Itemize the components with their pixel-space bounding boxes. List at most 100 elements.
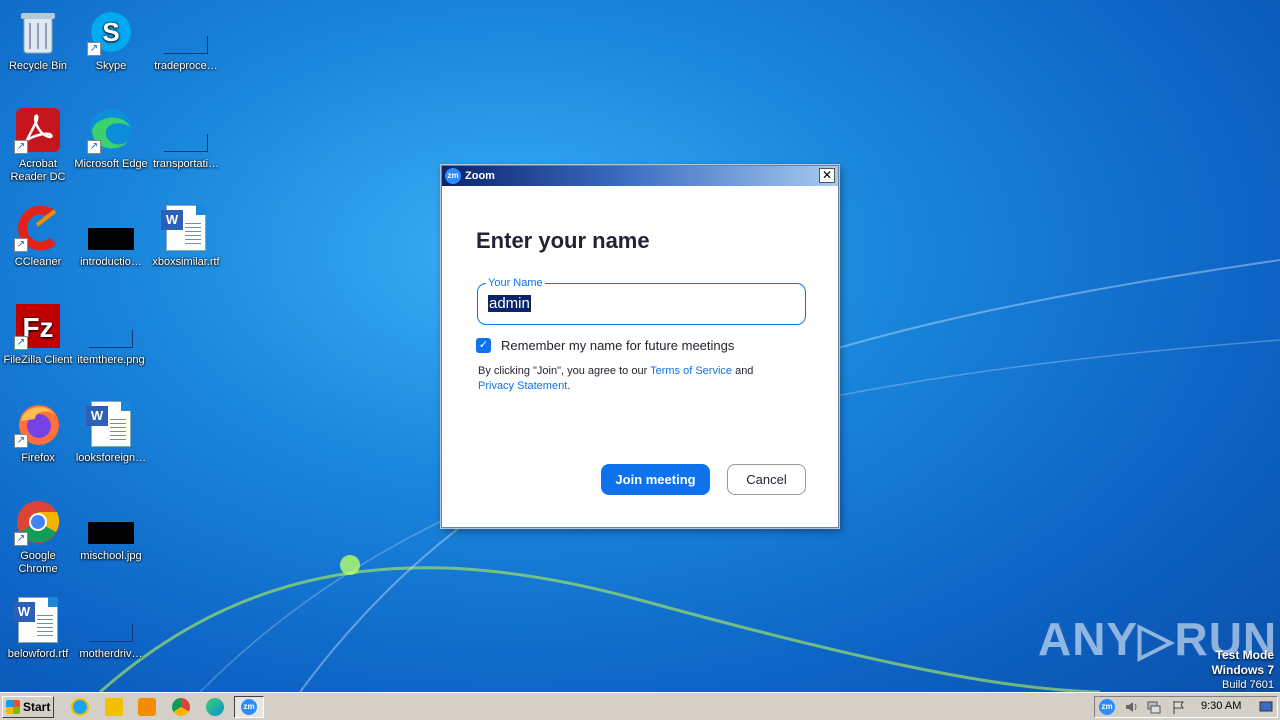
desktop-icon-belowford[interactable]: W belowford.rtf [0,592,76,682]
desktop-icon-label: Skype [95,60,127,72]
dialog-title: Zoom [465,170,495,182]
shortcut-arrow-icon: ↗ [14,336,28,350]
ccleaner-icon: ↗ [14,204,62,252]
selected-text: admin [488,295,531,312]
edge-icon: ↗ [87,106,135,154]
volume-icon[interactable] [1125,700,1139,714]
skype-icon: S ↗ [87,8,135,56]
cancel-button[interactable]: Cancel [727,464,806,495]
your-name-label: Your Name [486,277,545,289]
legal-notice: By clicking "Join", you agree to our Ter… [478,364,798,394]
desktop-icon-label: motherdriv… [79,648,143,660]
zoom-taskbar-icon: zm [241,699,257,715]
word-doc-icon: W [13,597,58,643]
firefox-icon: ↗ [14,400,62,448]
desktop-icon-label: Recycle Bin [8,60,68,72]
desktop-icon-skype[interactable]: S ↗ Skype [73,4,149,94]
zoom-logo-icon: zm [445,168,461,184]
filezilla-icon: Fz ↗ [14,302,62,350]
desktop-icon-transportati[interactable]: transportati… [148,102,224,192]
system-tray: zm 9:30 AM [1094,696,1278,718]
shortcut-arrow-icon: ↗ [87,140,101,154]
word-doc-icon: W [86,401,131,447]
dialog-heading: Enter your name [476,228,650,253]
taskbar: Start zm zm 9:30 AM [0,692,1280,720]
terms-of-service-link[interactable]: Terms of Service [650,365,732,377]
desktop-icon-firefox[interactable]: ↗ Firefox [0,396,76,486]
desktop-icon-filezilla[interactable]: Fz ↗ FileZilla Client [0,298,76,388]
desktop-icon-label: FileZilla Client [3,354,73,366]
image-file-icon [88,228,134,250]
shortcut-arrow-icon: ↗ [14,532,28,546]
desktop-icon-label: Acrobat Reader DC [10,158,66,183]
remember-name-checkbox[interactable]: ✓ [476,338,491,353]
internet-explorer-icon[interactable] [71,698,89,716]
desktop-icon-recycle-bin[interactable]: Recycle Bin [0,4,76,94]
image-file-icon [89,330,133,348]
test-mode-notice: Test Mode Windows 7 Build 7601 [1211,648,1274,692]
desktop-icon-edge[interactable]: ↗ Microsoft Edge [73,102,149,192]
image-file-icon [88,522,134,544]
zoom-taskbar-button[interactable]: zm [234,696,264,718]
chrome-icon: ↗ [14,498,62,546]
desktop-icon-label: looksforeign… [75,452,147,464]
remember-name-label: Remember my name for future meetings [501,338,735,353]
desktop-icon-motherdriv[interactable]: motherdriv… [73,592,149,682]
shortcut-arrow-icon: ↗ [14,140,28,154]
word-doc-icon: W [161,205,206,251]
start-label: Start [23,700,51,714]
svg-text:S: S [102,17,119,47]
shortcut-arrow-icon: ↗ [14,238,28,252]
desktop-icon-itemthere[interactable]: itemthere.png [73,298,149,388]
desktop-icon-ccleaner[interactable]: ↗ CCleaner [0,200,76,290]
desktop-icon-label: transportati… [152,158,220,170]
dialog-titlebar[interactable]: zm Zoom ✕ [442,166,838,186]
desktop-icon-xboxsimilar[interactable]: W xboxsimilar.rtf [148,200,224,290]
desktop-icon-label: introductio… [80,256,142,268]
shortcut-arrow-icon: ↗ [87,42,101,56]
desktop-icon-mischool[interactable]: mischool.jpg [73,494,149,584]
edge-taskbar-icon[interactable] [206,698,224,716]
desktop-icon-acrobat[interactable]: ↗ Acrobat Reader DC [0,102,76,192]
build-line: Build 7601 [1222,679,1274,691]
desktop-icon-label: Firefox [21,452,55,464]
legal-suffix: . [567,380,571,392]
zoom-dialog: zm Zoom ✕ Enter your name Your Name admi… [441,165,839,528]
windows-flag-icon [6,700,20,714]
desktop-icon-chrome[interactable]: ↗ Google Chrome [0,494,76,584]
desktop-icon-looksforeign[interactable]: W looksforeign… [73,396,149,486]
file-icon [164,134,208,152]
privacy-statement-link[interactable]: Privacy Statement [478,380,567,392]
acrobat-icon: ↗ [14,106,62,154]
shortcut-arrow-icon: ↗ [14,434,28,448]
zoom-tray-icon[interactable]: zm [1099,699,1115,715]
windows-version-line: Windows 7 [1211,663,1274,677]
desktop-icon-label: belowford.rtf [7,648,69,660]
your-name-input[interactable]: admin [488,295,531,312]
chrome-taskbar-icon[interactable] [172,698,190,716]
desktop-icon-label: tradeproce… [154,60,218,72]
close-button[interactable]: ✕ [819,168,835,183]
legal-prefix: By clicking "Join", you agree to our [478,365,651,377]
file-icon [89,624,133,642]
desktop-icon-label: Google Chrome [18,550,58,575]
action-center-flag-icon[interactable] [1171,700,1185,714]
start-button[interactable]: Start [2,696,54,718]
remember-name-option[interactable]: ✓ Remember my name for future meetings [476,338,734,353]
join-meeting-button[interactable]: Join meeting [601,464,710,495]
desktop-icon-label: Microsoft Edge [74,158,148,170]
test-mode-line: Test Mode [1215,648,1274,662]
clock[interactable]: 9:30 AM [1201,700,1241,712]
desktop-icon-tradeproce[interactable]: tradeproce… [148,4,224,94]
desktop-icon-introductio[interactable]: introductio… [73,200,149,290]
show-desktop-icon[interactable] [1259,700,1273,714]
file-icon [164,36,208,54]
legal-and: and [732,365,754,377]
desktop-icon-label: mischool.jpg [80,550,142,562]
your-name-field[interactable]: Your Name admin [477,277,806,325]
explorer-folder-icon[interactable] [105,698,123,716]
network-icon[interactable] [1147,700,1161,714]
media-player-icon[interactable] [138,698,156,716]
desktop-icon-label: xboxsimilar.rtf [152,256,220,268]
desktop-icon-label: itemthere.png [77,354,145,366]
